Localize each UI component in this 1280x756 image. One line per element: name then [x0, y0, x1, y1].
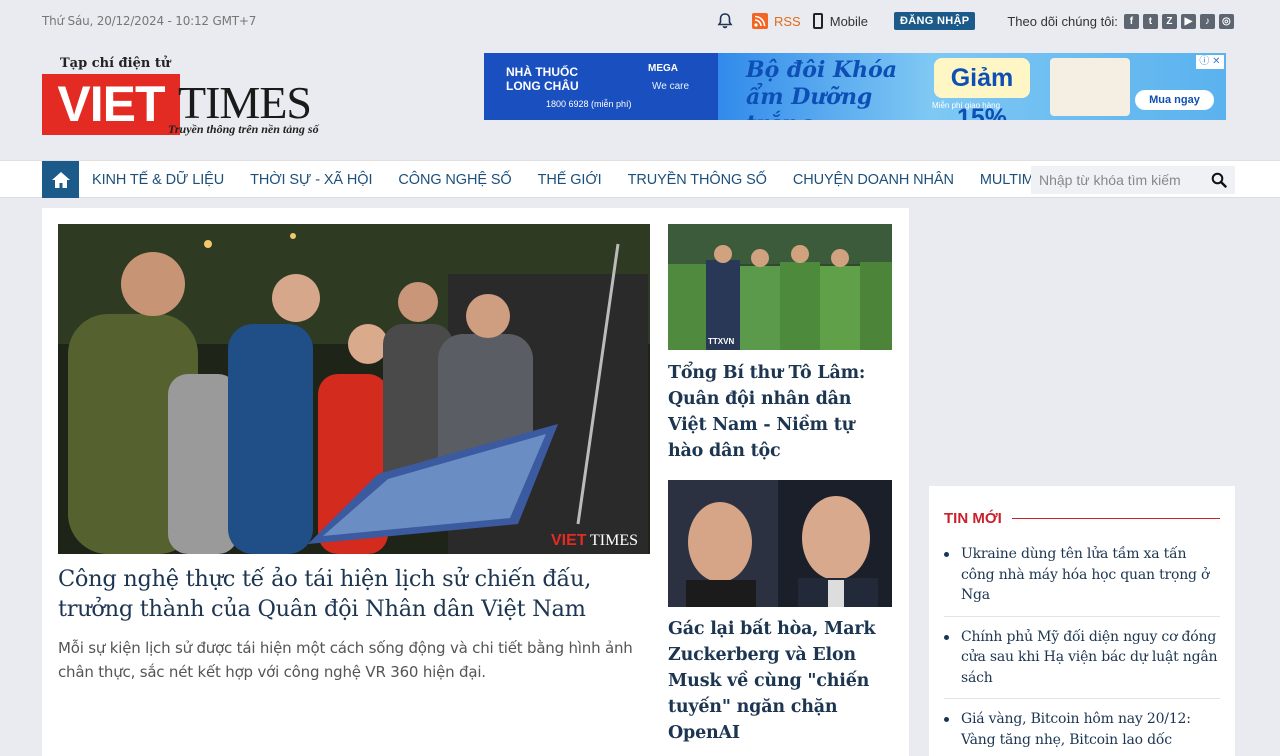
current-date: Thứ Sáu, 20/12/2024 - 10:12 GMT+7 [42, 14, 257, 28]
social-links: f t Z ▶ ♪ ◎ [1123, 13, 1234, 29]
latest-list: Ukraine dùng tên lửa tầm xa tấn công nhà… [944, 544, 1220, 756]
side-article-title-2[interactable]: Gác lại bất hòa, Mark Zuckerberg và Elon… [668, 616, 892, 746]
latest-news: TIN MỚI Ukraine dùng tên lửa tầm xa tấn … [929, 486, 1235, 756]
home-button[interactable] [42, 161, 79, 198]
login-button[interactable]: ĐĂNG NHẬP [894, 12, 976, 30]
ad-discount: Giảm 15% [934, 58, 1030, 120]
nav-item-kinh-te[interactable]: KINH TẾ & DỮ LIỆU [92, 172, 224, 188]
logo-times: TIMES [178, 77, 312, 128]
top-bar: Thứ Sáu, 20/12/2024 - 10:12 GMT+7 RSS Mo… [0, 0, 1280, 40]
latest-heading-label: TIN MỚI [944, 510, 1002, 527]
ad-partner: MEGA [648, 63, 678, 74]
featured-title[interactable]: Công nghệ thực tế ảo tái hiện lịch sử ch… [58, 564, 650, 624]
featured-section: VIET TIMES Công nghệ thực tế ảo tái hiện… [42, 208, 909, 756]
logo-viet: VIET [42, 74, 180, 135]
featured-image[interactable]: VIET TIMES [58, 224, 650, 554]
zalo-icon[interactable]: Z [1161, 13, 1177, 29]
ad-brand: NHÀ THUỐC LONG CHÂU [506, 65, 579, 93]
nav-item-thoi-su[interactable]: THỜI SỰ - XÃ HỘI [250, 172, 372, 188]
featured-sapo: Mỗi sự kiện lịch sử được tái hiện một cá… [58, 639, 633, 681]
search-box [1031, 166, 1235, 194]
phone-icon [812, 13, 823, 29]
latest-heading: TIN MỚI [944, 510, 1220, 527]
site-logo[interactable]: Tạp chí điện tử VIET TIMES Truyền thông … [42, 56, 322, 142]
latest-item[interactable]: Ukraine dùng tên lửa tầm xa tấn công nhà… [944, 544, 1220, 617]
mobile-link[interactable]: Mobile [812, 13, 869, 29]
side-article-image-2[interactable] [668, 480, 892, 607]
follow-label: Theo dõi chúng tôi: [1007, 13, 1118, 29]
ad-banner[interactable]: NHÀ THUỐC LONG CHÂU 1800 6928 (miễn phí)… [484, 53, 1226, 120]
mobile-label: Mobile [829, 13, 869, 29]
nav-item-truyen-thong[interactable]: TRUYỀN THÔNG SỐ [628, 172, 767, 188]
svg-text:VIET: VIET [551, 532, 587, 549]
nav-item-cong-nghe[interactable]: CÔNG NGHỆ SỐ [398, 172, 511, 188]
main-nav: KINH TẾ & DỮ LIỆU THỜI SỰ - XÃ HỘI CÔNG … [0, 160, 1280, 198]
nav-item-the-gioi[interactable]: THẾ GIỚI [538, 172, 602, 188]
side-article-image-1[interactable]: TTXVN [668, 224, 892, 350]
heading-rule [1011, 518, 1220, 519]
ad-buy-button[interactable]: Mua ngay [1135, 90, 1214, 110]
rss-label: RSS [774, 13, 801, 29]
ad-headline: Bộ đôi Khóa ẩm Dưỡng trắng [746, 57, 898, 120]
nav-items: KINH TẾ & DỮ LIỆU THỜI SỰ - XÃ HỘI CÔNG … [92, 161, 1093, 198]
instagram-icon[interactable]: ◎ [1218, 13, 1234, 29]
bell-icon[interactable] [716, 12, 734, 30]
home-icon [51, 171, 70, 188]
tiktok-icon[interactable]: ♪ [1199, 13, 1215, 29]
ad-product-image [1050, 58, 1130, 116]
logo-kicker: Tạp chí điện tử [60, 56, 171, 71]
svg-text:TIMES: TIMES [590, 532, 638, 549]
latest-item[interactable]: Giá vàng, Bitcoin hôm nay 20/12: Vàng tă… [944, 709, 1220, 756]
rss-icon [752, 13, 768, 29]
latest-item[interactable]: Chính phủ Mỹ đối diện nguy cơ đóng cửa s… [944, 627, 1220, 699]
youtube-icon[interactable]: ▶ [1180, 13, 1196, 29]
search-icon[interactable] [1211, 172, 1227, 188]
side-article-title-1[interactable]: Tổng Bí thư Tô Lâm: Quân đội nhân dân Vi… [668, 360, 892, 464]
ad-phone: 1800 6928 (miễn phí) [546, 99, 632, 109]
twitter-icon[interactable]: t [1142, 13, 1158, 29]
nav-item-doanh-nhan[interactable]: CHUYỆN DOANH NHÂN [793, 172, 954, 188]
ad-discount-note: Miễn phí giao hàng [932, 101, 1001, 110]
facebook-icon[interactable]: f [1123, 13, 1139, 29]
ad-close-icon[interactable]: ⓘ ✕ [1196, 55, 1224, 69]
logo-tagline: Truyền thông trên nền tảng số [168, 122, 319, 136]
photo-credit: TTXVN [708, 337, 734, 346]
rss-link[interactable]: RSS [752, 13, 801, 29]
top-actions: RSS Mobile ĐĂNG NHẬP Theo dõi chúng tôi:… [716, 11, 1234, 31]
ad-partner-sub: We care [652, 81, 690, 92]
search-input[interactable] [1031, 166, 1207, 194]
